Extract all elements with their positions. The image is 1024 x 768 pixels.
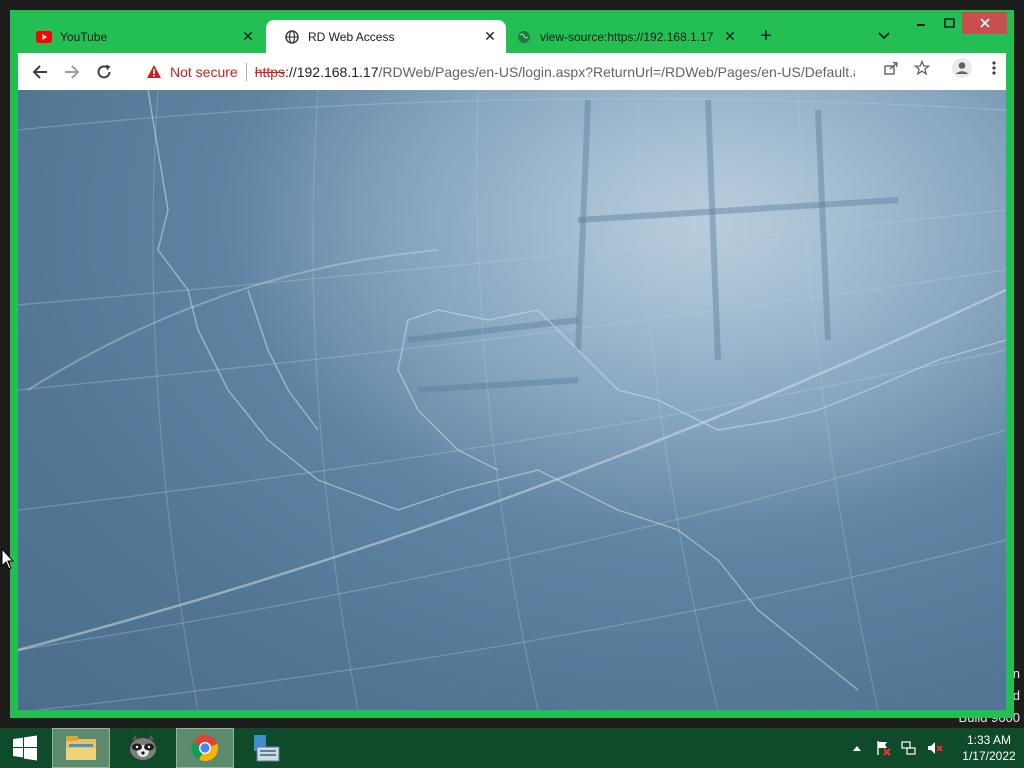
show-hidden-icons-chevron-icon[interactable] (848, 739, 866, 757)
url-path: /RDWeb/Pages/en-US/login.aspx?ReturnUrl=… (378, 63, 855, 80)
action-center-flag-icon[interactable] (874, 739, 892, 757)
forward-button[interactable] (60, 60, 84, 84)
close-tab-icon[interactable]: ✕ (482, 28, 498, 44)
tab-strip: YouTube ✕ RD Web Access ✕ view-source:ht… (10, 10, 1014, 53)
start-button[interactable] (4, 728, 46, 768)
browser-window: YouTube ✕ RD Web Access ✕ view-source:ht… (10, 10, 1014, 718)
not-secure-label: Not secure (170, 63, 238, 80)
mouse-cursor-icon (1, 547, 15, 575)
reload-button[interactable] (92, 60, 116, 84)
youtube-icon (36, 29, 52, 45)
menu-kebab-icon[interactable] (983, 57, 1005, 79)
file-explorer-taskbar-button[interactable] (52, 728, 110, 768)
windows-logo-icon (13, 735, 37, 761)
taskbar: 1:33 AM 1/17/2022 (0, 728, 1024, 768)
folder-icon (66, 736, 96, 760)
raccoon-app-taskbar-button[interactable] (114, 728, 172, 768)
bookmark-star-icon[interactable] (911, 57, 933, 79)
tab-label: RD Web Access (308, 29, 395, 44)
raccoon-icon (130, 735, 156, 760)
globe-icon (516, 29, 532, 45)
tab-rd-web-access[interactable]: RD Web Access ✕ (266, 20, 506, 53)
globe-icon (284, 29, 300, 45)
url-scheme: https (254, 63, 286, 80)
url-host: ://192.168.1.17 (285, 63, 379, 80)
profile-avatar-icon[interactable] (951, 57, 973, 79)
chevron-down-icon[interactable] (874, 26, 894, 46)
clock-time: 1:33 AM (966, 733, 1012, 747)
server-manager-taskbar-button[interactable] (238, 728, 296, 768)
omnibox-divider (245, 62, 247, 81)
warning-icon (147, 65, 161, 78)
clock-date: 1/17/2022 (962, 749, 1016, 763)
minimize-button[interactable] (908, 12, 934, 34)
tab-label: YouTube (60, 29, 108, 44)
address-bar[interactable]: Not secure https://192.168.1.17/RDWeb/Pa… (136, 57, 956, 86)
tab-view-source[interactable]: view-source:https://192.168.1.17 ✕ (508, 20, 746, 53)
close-tab-icon[interactable]: ✕ (722, 28, 738, 44)
taskbar-clock[interactable]: 1:33 AM 1/17/2022 (962, 732, 1016, 764)
volume-muted-icon[interactable] (926, 739, 944, 757)
close-window-button[interactable] (962, 12, 1007, 34)
url-text[interactable]: https://192.168.1.17/RDWeb/Pages/en-US/l… (255, 64, 855, 80)
globe-map-illustration (18, 90, 1006, 710)
back-button[interactable] (28, 60, 52, 84)
share-icon[interactable] (880, 57, 902, 79)
maximize-button[interactable] (936, 12, 962, 34)
system-tray: 1:33 AM 1/17/2022 (844, 728, 1016, 768)
tab-youtube[interactable]: YouTube ✕ (18, 20, 264, 53)
chrome-taskbar-button[interactable] (176, 728, 234, 768)
tab-label: view-source:https://192.168.1.17 (540, 29, 714, 44)
browser-toolbar: Not secure https://192.168.1.17/RDWeb/Pa… (18, 53, 1006, 90)
security-indicator[interactable]: Not secure (146, 64, 238, 80)
close-tab-icon[interactable]: ✕ (240, 28, 256, 44)
network-icon[interactable] (900, 739, 918, 757)
server-manager-icon (254, 735, 280, 762)
page-content-globe-background (18, 90, 1006, 710)
chrome-icon (191, 735, 219, 762)
new-tab-button[interactable]: + (755, 26, 777, 48)
